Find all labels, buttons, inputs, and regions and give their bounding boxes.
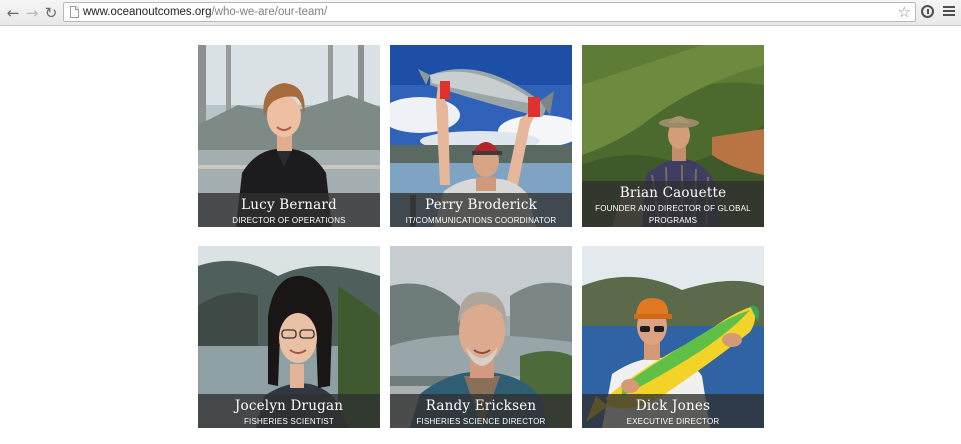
member-role: Founder and Director of Global Programs: [595, 204, 751, 225]
page-icon: [70, 6, 79, 18]
member-role: Fisheries Scientist: [243, 417, 335, 426]
browser-toolbar: ← → ↻ www.oceanoutcomes.org/who-we-are/o…: [0, 0, 961, 26]
bookmark-star-icon[interactable]: ☆: [898, 3, 911, 21]
team-card-randy-ericksen[interactable]: Randy Ericksen Fisheries Science Directo…: [390, 246, 572, 428]
team-card-brian-caouette[interactable]: Brian Caouette Founder and Director of G…: [582, 45, 764, 227]
member-name: Perry Broderick: [425, 197, 537, 213]
team-grid: Lucy Bernard Director of Operations: [198, 45, 764, 428]
team-card-dick-jones[interactable]: Dick Jones Executive Director: [582, 246, 764, 428]
menu-icon[interactable]: [943, 6, 955, 18]
team-card-perry-broderick[interactable]: Perry Broderick IT/Communications Coordi…: [390, 45, 572, 227]
caption: Brian Caouette Founder and Director of G…: [582, 181, 764, 227]
member-role: Director of Operations: [232, 216, 346, 225]
address-bar[interactable]: www.oceanoutcomes.org/who-we-are/our-tea…: [63, 2, 916, 22]
reload-icon[interactable]: ↻: [43, 5, 59, 21]
member-name: Lucy Bernard: [241, 197, 337, 213]
member-name: Dick Jones: [635, 398, 711, 414]
caption: Lucy Bernard Director of Operations: [198, 193, 380, 227]
url-text[interactable]: www.oceanoutcomes.org/who-we-are/our-tea…: [83, 5, 327, 20]
url-path: /who-we-are/our-team/: [211, 6, 328, 18]
extension-info-icon[interactable]: [921, 5, 934, 18]
caption: Perry Broderick IT/Communications Coordi…: [390, 193, 572, 227]
member-name: Jocelyn Drugan: [234, 398, 344, 414]
forward-icon[interactable]: →: [24, 5, 40, 21]
back-icon[interactable]: ←: [5, 5, 21, 21]
member-name: Randy Ericksen: [425, 398, 537, 414]
caption: Jocelyn Drugan Fisheries Scientist: [198, 394, 380, 428]
caption: Dick Jones Executive Director: [582, 394, 764, 428]
member-name: Brian Caouette: [619, 185, 727, 201]
member-role: IT/Communications Coordinator: [405, 216, 557, 225]
team-card-jocelyn-drugan[interactable]: Jocelyn Drugan Fisheries Scientist: [198, 246, 380, 428]
caption: Randy Ericksen Fisheries Science Directo…: [390, 394, 572, 428]
url-host: www.oceanoutcomes.org: [83, 6, 212, 18]
member-role: Executive Director: [626, 417, 720, 426]
member-role: Fisheries Science Director: [416, 417, 546, 426]
team-card-lucy-bernard[interactable]: Lucy Bernard Director of Operations: [198, 45, 380, 227]
